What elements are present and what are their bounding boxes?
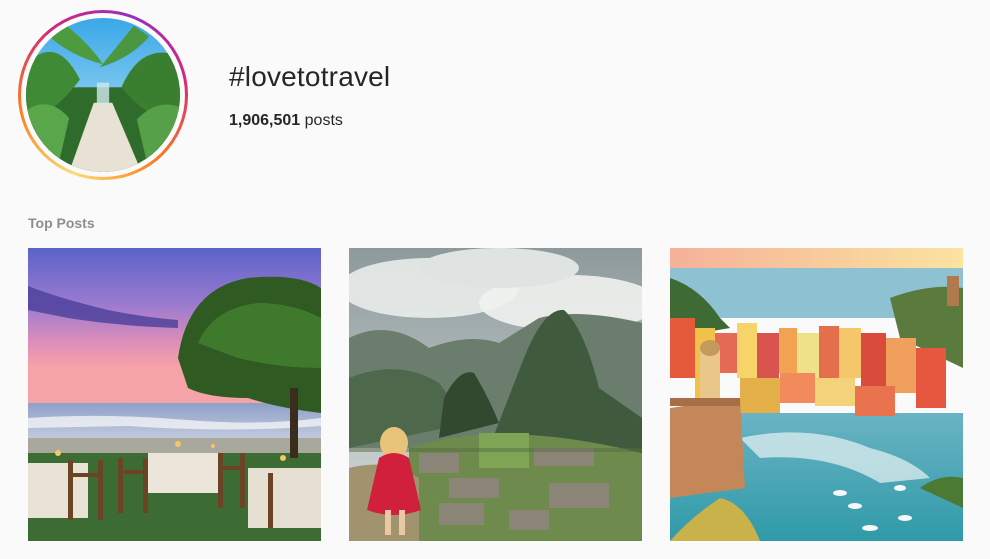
top-posts-label: Top Posts [28, 215, 95, 231]
post-image-cinque-terre [670, 248, 963, 541]
post-count-suffix: posts [304, 112, 343, 129]
hashtag-page: #lovetotravel 1,906,501 posts Top Posts [0, 0, 990, 559]
hashtag-avatar-image [26, 18, 180, 172]
post-image-sunset-dinner [28, 248, 321, 541]
post-image-machu-picchu [349, 248, 642, 541]
top-post-tile-3[interactable] [670, 248, 963, 541]
hashtag-title: #lovetotravel [229, 61, 391, 92]
hashtag-avatar-ring[interactable] [18, 10, 188, 180]
top-post-tile-2[interactable] [349, 248, 642, 541]
post-count: 1,906,501 posts [229, 112, 343, 130]
post-count-number: 1,906,501 [229, 112, 301, 129]
top-post-tile-1[interactable] [28, 248, 321, 541]
